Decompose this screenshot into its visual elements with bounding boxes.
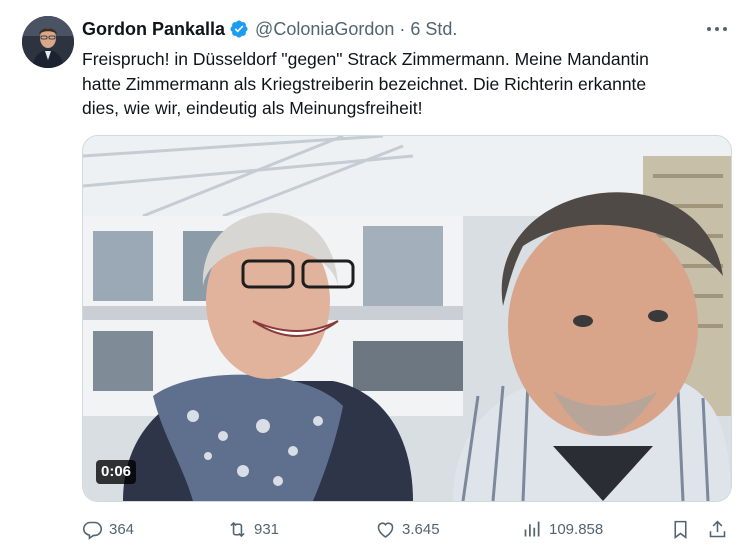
reply-button[interactable]: 364 (82, 516, 134, 542)
repost-button[interactable]: 931 (227, 516, 279, 542)
video-player[interactable] (82, 135, 732, 502)
heart-icon (377, 521, 394, 538)
video-thumbnail (83, 136, 731, 501)
more-icon[interactable] (705, 20, 729, 38)
repost-count: 931 (254, 520, 280, 538)
avatar[interactable] (22, 16, 74, 68)
share-icon (709, 520, 726, 537)
verified-badge-icon (230, 20, 248, 38)
tweet-text-line: Freispruch! in Düsseldorf "gegen" Strack… (82, 49, 649, 69)
views-button[interactable]: 109.858 (522, 516, 603, 542)
like-count: 3.645 (402, 520, 440, 538)
bookmark-button[interactable] (670, 516, 691, 542)
reply-icon (82, 521, 103, 540)
reply-count: 364 (109, 520, 135, 538)
tweet-text-line: dies, wie wir, eindeutig als Meinungsfre… (82, 98, 423, 118)
author-handle[interactable]: @ColoniaGordon (255, 19, 394, 40)
views-count: 109.858 (549, 520, 604, 538)
tweet-header: Gordon Pankalla @ColoniaGordon · 6 Std. (82, 17, 457, 41)
repost-icon (230, 521, 245, 537)
separator-dot: · (399, 18, 406, 39)
tweet-timestamp[interactable]: 6 Std. (410, 19, 457, 40)
views-chart-icon (524, 521, 540, 536)
share-button[interactable] (707, 516, 728, 542)
bookmark-icon (674, 520, 687, 539)
tweet-text: Freispruch! in Düsseldorf "gegen" Strack… (82, 47, 732, 121)
video-duration: 0:06 (96, 460, 137, 484)
tweet-text-line: hatte Zimmermann als Kriegstreiberin bez… (82, 73, 647, 94)
author-name[interactable]: Gordon Pankalla (82, 19, 225, 40)
tweet[interactable]: Gordon Pankalla @ColoniaGordon · 6 Std. … (0, 0, 749, 558)
tweet-actions: 364 931 3.645 109.858 (82, 516, 730, 542)
like-button[interactable]: 3.645 (375, 516, 440, 542)
